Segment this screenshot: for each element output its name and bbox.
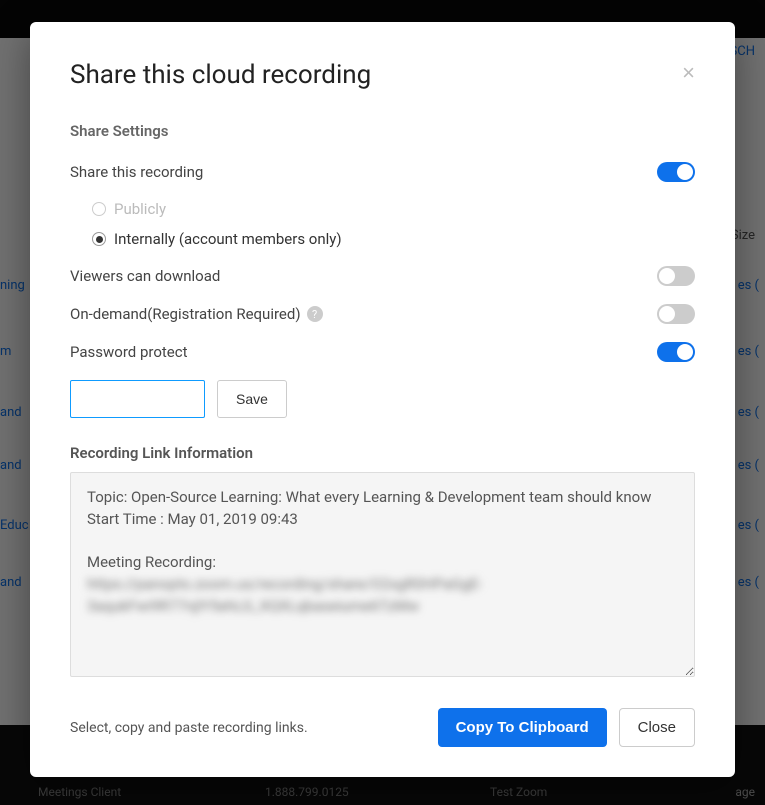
on-demand-label: On-demand(Registration Required) ? xyxy=(70,305,323,323)
recording-link-textarea[interactable]: Topic: Open-Source Learning: What every … xyxy=(70,472,695,677)
modal-footer: Select, copy and paste recording links. … xyxy=(70,708,695,747)
password-protect-toggle[interactable] xyxy=(657,342,695,362)
help-icon[interactable]: ? xyxy=(307,306,323,322)
link-url-1: https://panopto.zoom.us/recording/share/… xyxy=(87,574,678,596)
modal-title: Share this cloud recording xyxy=(70,60,695,90)
close-button[interactable]: Close xyxy=(619,708,695,747)
link-meeting-recording-label: Meeting Recording: xyxy=(87,552,678,574)
copy-to-clipboard-button[interactable]: Copy To Clipboard xyxy=(438,708,607,747)
viewers-download-row: Viewers can download xyxy=(70,266,695,286)
radio-public-row[interactable]: Publicly xyxy=(92,200,695,218)
password-input[interactable] xyxy=(70,380,205,418)
save-password-button[interactable]: Save xyxy=(217,380,287,418)
link-url-2: 3aqukFwi9R77njlY5ehLG_XQXLqbaseiume6TzMw xyxy=(87,596,678,618)
radio-public-label: Publicly xyxy=(114,200,166,218)
radio-internal-row[interactable]: Internally (account members only) xyxy=(92,230,695,248)
share-recording-modal: Share this cloud recording × Share Setti… xyxy=(30,22,735,777)
share-recording-row: Share this recording xyxy=(70,162,695,182)
radio-internal[interactable] xyxy=(92,232,106,246)
password-input-row: Save xyxy=(70,380,695,418)
recording-link-heading: Recording Link Information xyxy=(70,444,695,462)
on-demand-text: On-demand(Registration Required) xyxy=(70,305,301,323)
close-icon[interactable]: × xyxy=(682,62,695,84)
viewers-download-label: Viewers can download xyxy=(70,267,220,285)
viewers-download-toggle[interactable] xyxy=(657,266,695,286)
footer-buttons: Copy To Clipboard Close xyxy=(438,708,695,747)
share-scope-radios: Publicly Internally (account members onl… xyxy=(92,200,695,248)
radio-public[interactable] xyxy=(92,202,106,216)
on-demand-toggle[interactable] xyxy=(657,304,695,324)
share-recording-toggle[interactable] xyxy=(657,162,695,182)
share-recording-label: Share this recording xyxy=(70,163,203,181)
password-protect-label: Password protect xyxy=(70,343,188,361)
share-settings-heading: Share Settings xyxy=(70,122,695,140)
footer-hint: Select, copy and paste recording links. xyxy=(70,720,308,736)
link-start-line: Start Time : May 01, 2019 09:43 xyxy=(87,509,678,531)
password-protect-row: Password protect xyxy=(70,342,695,362)
on-demand-row: On-demand(Registration Required) ? xyxy=(70,304,695,324)
link-topic-line: Topic: Open-Source Learning: What every … xyxy=(87,487,678,509)
radio-internal-label: Internally (account members only) xyxy=(114,230,342,248)
